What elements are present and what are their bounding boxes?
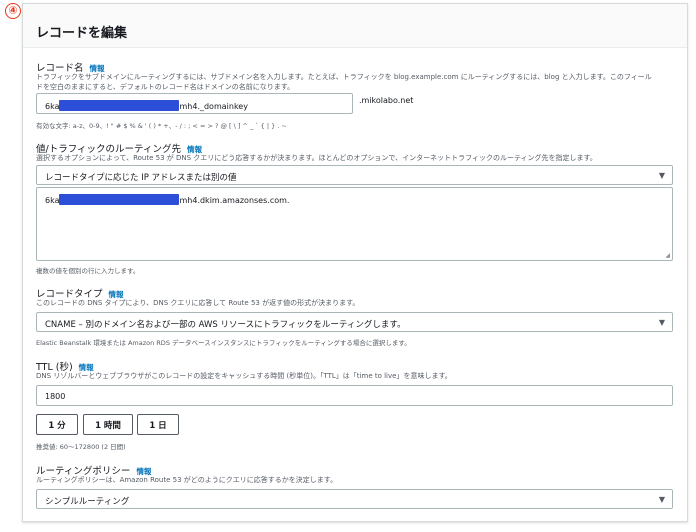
caret-down-icon: ▼ xyxy=(658,318,665,327)
value-textarea[interactable]: 6ka mh4.dkim.amazonses.com. ◢ xyxy=(36,187,673,261)
panel-title: レコードを編集 xyxy=(23,4,687,48)
record-type-selected: CNAME – 別のドメイン名および一部の AWS リソースにトラフィックをルー… xyxy=(45,320,406,330)
domain-suffix: .mikolabo.net xyxy=(359,96,414,105)
ttl-1-day-button[interactable]: 1 日 xyxy=(137,414,179,435)
ttl-recommended: 推奨値: 60～172800 (2 日間) xyxy=(36,443,126,451)
ttl-input[interactable]: 1800 xyxy=(36,385,673,406)
record-type-description: このレコードの DNS タイプにより、DNS クエリに応答して Route 53… xyxy=(36,299,360,307)
caret-down-icon: ▼ xyxy=(658,495,665,504)
record-type-hint: Elastic Beanstalk 環境または Amazon RDS データベー… xyxy=(36,339,411,347)
value-type-selected: レコードタイプに応じた IP アドレスまたは別の値 xyxy=(45,173,237,183)
edit-record-panel: レコードを編集 レコード名 情報 トラフィックをサブドメインにルーティングするには… xyxy=(22,3,688,522)
record-type-select[interactable]: CNAME – 別のドメイン名および一部の AWS リソースにトラフィックをルー… xyxy=(36,312,673,332)
record-name-input[interactable]: 6ka mh4._domainkey xyxy=(36,93,353,114)
record-name-description: トラフィックをサブドメインにルーティングするには、サブドメイン名を入力します。た… xyxy=(36,72,676,92)
redacted-block xyxy=(59,194,180,205)
routing-policy-selected: シンプルルーティング xyxy=(45,497,130,507)
redacted-block xyxy=(59,100,180,111)
record-name-description-line1: トラフィックをサブドメインにルーティングするには、サブドメイン名を入力します。た… xyxy=(36,73,652,81)
value-text-prefix: 6ka xyxy=(45,196,60,205)
step-number-marker: ④ xyxy=(5,3,21,19)
value-text-suffix: mh4.dkim.amazonses.com. xyxy=(179,196,290,205)
resize-handle-icon[interactable]: ◢ xyxy=(665,252,670,259)
record-name-allowed-chars: 有効な文字: a-z、0-9、! " # $ % & ' ( ) * +、- /… xyxy=(36,122,287,130)
record-name-value-prefix: 6ka xyxy=(45,102,60,111)
ttl-description: DNS リゾルバーとウェブブラウザがこのレコードの設定をキャッシュする時間 (秒… xyxy=(36,372,452,380)
record-name-value-suffix: mh4._domainkey xyxy=(179,102,248,111)
ttl-1-hour-button[interactable]: 1 時間 xyxy=(83,414,133,435)
ttl-1-minute-button[interactable]: 1 分 xyxy=(36,414,78,435)
value-type-select[interactable]: レコードタイプに応じた IP アドレスまたは別の値 ▼ xyxy=(36,165,673,185)
caret-down-icon: ▼ xyxy=(658,171,665,180)
routing-policy-select[interactable]: シンプルルーティング ▼ xyxy=(36,489,673,509)
value-hint: 複数の値を個別の行に入力します。 xyxy=(36,267,140,275)
record-name-description-line2: ドを空白のままにすると、デフォルトのレコード名はドメインの名前になります。 xyxy=(36,83,295,91)
value-description: 選択するオプションによって、Route 53 が DNS クエリにどう応答するか… xyxy=(36,154,597,162)
routing-policy-description: ルーティングポリシーは、Amazon Route 53 がどのようにクエリに応答… xyxy=(36,476,338,484)
